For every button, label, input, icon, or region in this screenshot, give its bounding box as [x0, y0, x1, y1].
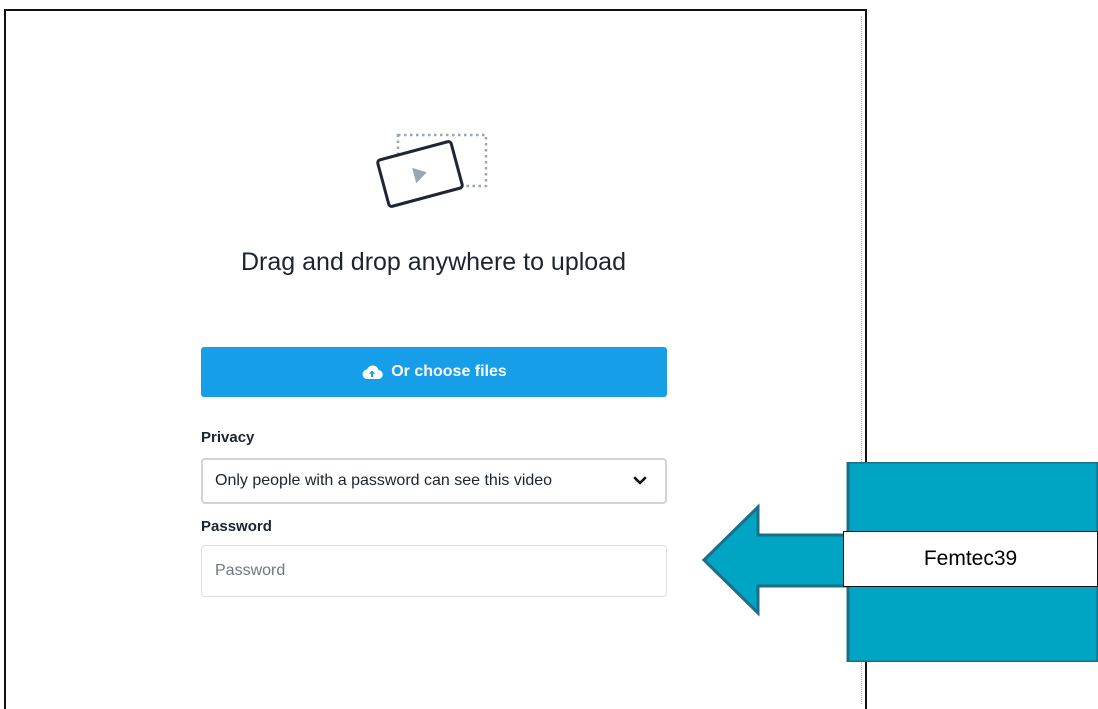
- upload-heading: Drag and drop anywhere to upload: [241, 248, 626, 276]
- password-callout: Femtec39: [843, 531, 1098, 587]
- cloud-upload-icon: [362, 365, 383, 380]
- choose-files-button[interactable]: Or choose files: [201, 347, 667, 397]
- password-input[interactable]: [201, 545, 667, 597]
- choose-files-label: Or choose files: [391, 363, 507, 380]
- privacy-select[interactable]: Only people with a password can see this…: [201, 458, 667, 504]
- chevron-down-icon: [633, 476, 647, 485]
- privacy-selected-value: Only people with a password can see this…: [215, 472, 553, 489]
- video-upload-icon: [376, 133, 488, 208]
- privacy-label: Privacy: [201, 429, 255, 446]
- password-label: Password: [201, 518, 272, 535]
